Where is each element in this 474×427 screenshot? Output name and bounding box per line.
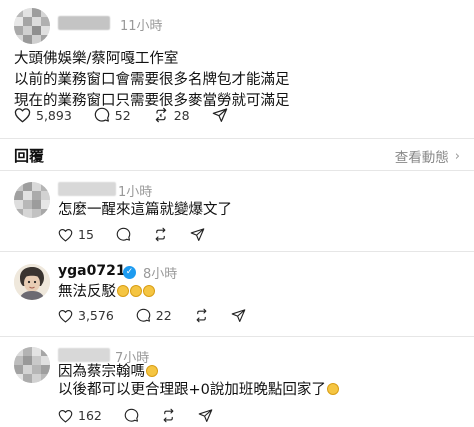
reply-time: 8小時	[143, 267, 178, 282]
share-button[interactable]	[212, 107, 228, 123]
repost-icon	[163, 408, 174, 423]
view-activity-link[interactable]: 查看動態 ›	[394, 146, 460, 167]
avatar[interactable]	[14, 264, 50, 300]
reply-text-line-1: 無法反駁	[58, 282, 155, 303]
share-icon	[198, 409, 213, 422]
reply-actions: 3,576 22	[58, 308, 268, 323]
reply-item: 7小時 因為蔡宗翰嗎 以後都可以更合理跟+0說加班晚點回家了 162	[0, 337, 474, 427]
repost-button[interactable]	[194, 308, 209, 323]
username-redacted[interactable]	[58, 182, 116, 196]
reply-actions: 15	[58, 227, 227, 242]
post-text-line-2: 以前的業務窗口會需要很多名牌包才能滿足	[14, 72, 290, 88]
comment-icon	[136, 308, 151, 322]
avatar[interactable]	[14, 347, 50, 383]
repost-icon	[155, 107, 166, 123]
share-button[interactable]	[231, 308, 246, 323]
comment-button[interactable]: 22	[136, 308, 172, 323]
grinning-emoji	[146, 365, 158, 377]
like-button[interactable]: 15	[58, 227, 94, 242]
reply-time: 1小時	[118, 185, 153, 200]
avatar[interactable]	[14, 8, 50, 44]
replies-header: 回覆 查看動態 ›	[0, 141, 474, 167]
reply-text-line-1: 怎麼一醒來這篇就變爆文了	[58, 202, 232, 218]
reply-text: 以後都可以更合理跟+0說加班晚點回家了	[58, 382, 326, 398]
heart-icon	[58, 309, 73, 322]
like-button[interactable]: 5,893	[14, 107, 72, 123]
comment-button[interactable]	[116, 227, 131, 242]
reply-item: 1小時 怎麼一醒來這篇就變爆文了 15	[0, 171, 474, 251]
reply-username[interactable]: yga0721	[58, 263, 126, 279]
avatar[interactable]	[14, 182, 50, 218]
grinning-emoji	[143, 285, 155, 297]
repost-count: 28	[173, 107, 190, 123]
repost-button[interactable]: 28	[153, 107, 190, 123]
repost-button[interactable]	[161, 408, 176, 423]
share-icon	[231, 309, 246, 322]
reply-text-line-2: 以後都可以更合理跟+0說加班晚點回家了	[58, 380, 339, 401]
heart-icon	[58, 228, 73, 241]
share-button[interactable]	[198, 408, 213, 423]
like-count: 3,576	[78, 308, 114, 323]
reply-text: 因為蔡宗翰嗎	[58, 364, 145, 380]
view-activity-label: 查看動態	[394, 150, 449, 166]
heart-icon	[58, 409, 73, 422]
like-count: 15	[78, 227, 94, 242]
post-text-line-1: 大頭佛娛樂/蔡阿嘎工作室	[14, 51, 179, 67]
replies-label: 回覆	[14, 147, 45, 165]
comment-button[interactable]	[124, 408, 139, 423]
like-count: 162	[78, 408, 102, 423]
post-actions: 5,893 52 28	[14, 107, 250, 123]
divider	[0, 138, 474, 139]
comment-icon	[94, 107, 110, 122]
comment-icon	[116, 227, 131, 241]
grinning-emoji	[326, 383, 339, 395]
chevron-right-icon: ›	[454, 148, 460, 164]
share-icon	[190, 228, 205, 241]
repost-icon	[196, 308, 207, 323]
post-time: 11小時	[120, 19, 163, 34]
comment-count: 22	[155, 308, 172, 323]
grinning-emoji	[117, 285, 129, 297]
username-redacted[interactable]	[58, 16, 110, 30]
repost-icon	[155, 227, 166, 242]
like-count: 5,893	[36, 107, 72, 123]
share-button[interactable]	[190, 227, 205, 242]
share-icon	[212, 108, 227, 122]
main-post: 11小時 大頭佛娛樂/蔡阿嘎工作室 以前的業務窗口會需要很多名牌包才能滿足 現在…	[0, 0, 474, 138]
grinning-emoji	[130, 285, 142, 297]
comment-icon	[124, 408, 139, 422]
avatar-image	[14, 264, 50, 300]
heart-icon	[14, 108, 31, 123]
verified-badge-icon: ✓	[123, 266, 136, 279]
comment-count: 52	[114, 107, 131, 123]
reply-actions: 162	[58, 408, 235, 423]
repost-button[interactable]	[153, 227, 168, 242]
like-button[interactable]: 3,576	[58, 308, 114, 323]
comment-button[interactable]: 52	[94, 107, 131, 123]
reply-text: 無法反駁	[58, 284, 116, 300]
like-button[interactable]: 162	[58, 408, 102, 423]
username-redacted[interactable]	[58, 348, 110, 362]
reply-item: yga0721 ✓ 8小時 無法反駁 3,576 22	[0, 252, 474, 336]
